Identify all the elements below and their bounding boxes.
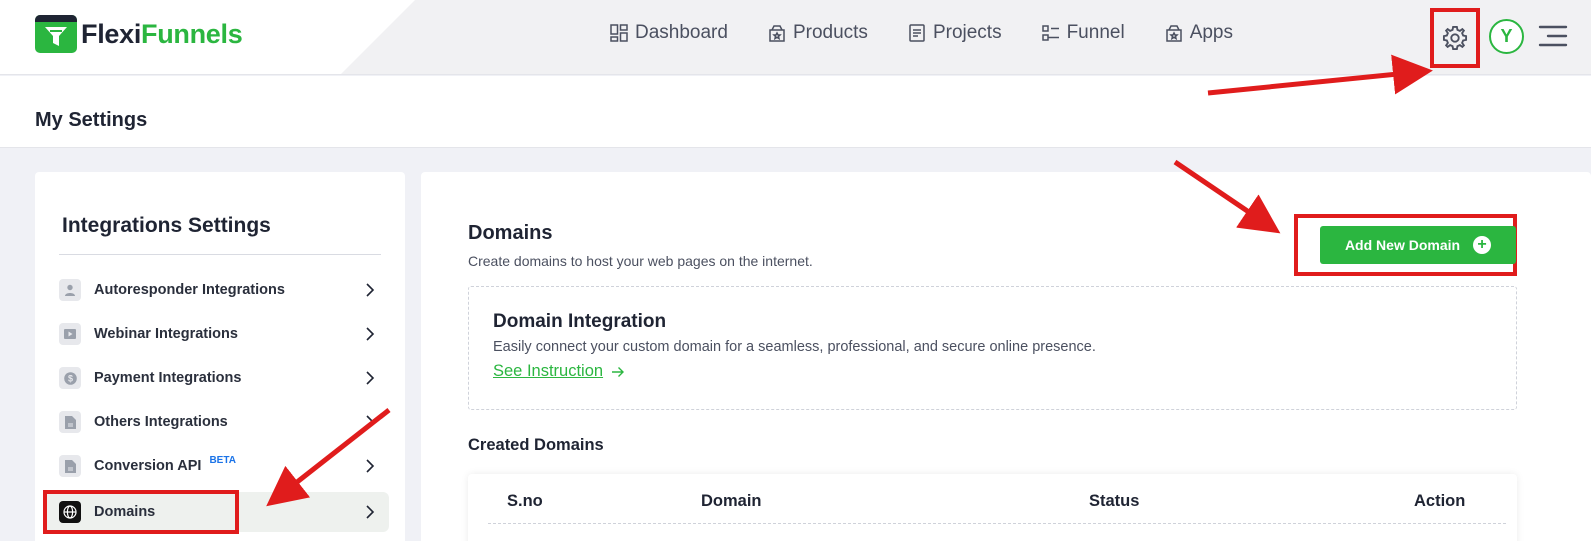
sidebar-item-payment[interactable]: $ Payment Integrations <box>45 358 389 398</box>
nav-apps-label: Apps <box>1189 22 1233 43</box>
funnel-icon <box>1041 25 1059 41</box>
nav-dashboard-label: Dashboard <box>635 22 728 43</box>
video-icon <box>59 323 81 345</box>
nav-products-label: Products <box>792 22 868 43</box>
nav-projects[interactable]: Projects <box>908 22 1002 44</box>
add-new-domain-label: Add New Domain <box>1344 237 1461 253</box>
hamburger-menu-icon <box>1538 25 1568 47</box>
sidebar-item-conversion-api[interactable]: Conversion API BETA <box>45 446 389 486</box>
gear-icon <box>1442 25 1468 51</box>
domains-panel: Domains Create domains to host your web … <box>421 172 1591 541</box>
see-instruction-link[interactable]: See Instruction <box>493 362 625 381</box>
table-header-status: Status <box>1089 492 1140 510</box>
document-icon <box>59 411 81 433</box>
logo-text-flexi: Flexi <box>81 18 142 49</box>
chevron-right-icon <box>366 283 375 297</box>
domains-title: Domains <box>468 222 553 244</box>
chevron-right-icon <box>366 327 375 341</box>
domain-integration-card: Domain Integration Easily connect your c… <box>468 286 1517 410</box>
add-domain-highlight-box: Add New Domain + <box>1294 214 1517 276</box>
sidebar-item-domains[interactable]: Domains <box>45 492 389 532</box>
integrations-sidebar: Integrations Settings Autoresponder Inte… <box>35 172 405 541</box>
table-header-sno: S.no <box>507 492 543 510</box>
sidebar-item-label: Others Integrations <box>94 414 228 430</box>
top-navbar: FlexiFunnels Dashboard Products Projects… <box>0 0 1591 75</box>
sidebar-item-label: Domains <box>94 504 156 520</box>
logo-text-funnels: Funnels <box>141 18 243 49</box>
hamburger-menu-button[interactable] <box>1538 25 1568 52</box>
sidebar-item-label: Webinar Integrations <box>94 326 238 342</box>
arrow-right-icon <box>612 366 625 377</box>
sidebar-divider <box>59 254 381 255</box>
sidebar-item-autoresponder[interactable]: Autoresponder Integrations <box>45 270 389 310</box>
document-icon <box>59 455 81 477</box>
svg-text:$: $ <box>67 373 72 383</box>
products-icon <box>769 25 785 42</box>
table-header-action: Action <box>1414 492 1466 510</box>
user-avatar[interactable]: Y <box>1489 19 1524 54</box>
chevron-right-icon <box>366 371 375 385</box>
logo-funnel-icon <box>35 15 77 53</box>
nav-projects-label: Projects <box>932 22 1002 43</box>
see-instruction-label: See Instruction <box>493 362 604 380</box>
created-domains-heading: Created Domains <box>468 436 604 454</box>
dollar-icon: $ <box>59 367 81 389</box>
user-icon <box>59 279 81 301</box>
chevron-right-icon <box>366 415 375 429</box>
sidebar-item-others[interactable]: Others Integrations <box>45 402 389 442</box>
nav-apps[interactable]: Apps <box>1165 22 1233 44</box>
page-header: My Settings <box>0 76 1591 148</box>
chevron-right-icon <box>366 459 375 473</box>
add-new-domain-button[interactable]: Add New Domain + <box>1320 226 1516 264</box>
nav-products[interactable]: Products <box>768 22 868 44</box>
sidebar-item-label: Autoresponder Integrations <box>94 282 285 298</box>
settings-button[interactable] <box>1430 8 1480 68</box>
chevron-right-icon <box>366 505 375 519</box>
apps-icon <box>1165 25 1182 42</box>
sidebar-item-webinar[interactable]: Webinar Integrations <box>45 314 389 354</box>
page-title: My Settings <box>35 109 148 131</box>
nav-funnel[interactable]: Funnel <box>1041 22 1125 44</box>
nav-dashboard[interactable]: Dashboard <box>610 22 728 44</box>
domain-integration-title: Domain Integration <box>493 311 667 332</box>
table-header-domain: Domain <box>701 492 762 510</box>
domains-subtitle: Create domains to host your web pages on… <box>468 253 813 269</box>
globe-icon <box>59 501 81 523</box>
sidebar-heading: Integrations Settings <box>62 214 271 237</box>
domain-integration-description: Easily connect your custom domain for a … <box>493 339 1096 355</box>
plus-circle-icon: + <box>1473 236 1492 254</box>
beta-badge: BETA <box>209 454 236 466</box>
table-row-divider <box>488 523 1506 524</box>
nav-funnel-label: Funnel <box>1066 22 1125 43</box>
domains-table: S.no Domain Status Action <box>468 474 1517 541</box>
sidebar-item-label: Payment Integrations <box>94 370 242 386</box>
dashboard-icon <box>610 24 628 42</box>
sidebar-item-label: Conversion API <box>94 458 202 474</box>
logo-text: FlexiFunnels <box>81 18 243 50</box>
main-nav: Dashboard Products Projects Funnel Apps <box>610 22 1273 44</box>
projects-icon <box>909 24 925 42</box>
app-logo[interactable]: FlexiFunnels <box>35 14 243 54</box>
